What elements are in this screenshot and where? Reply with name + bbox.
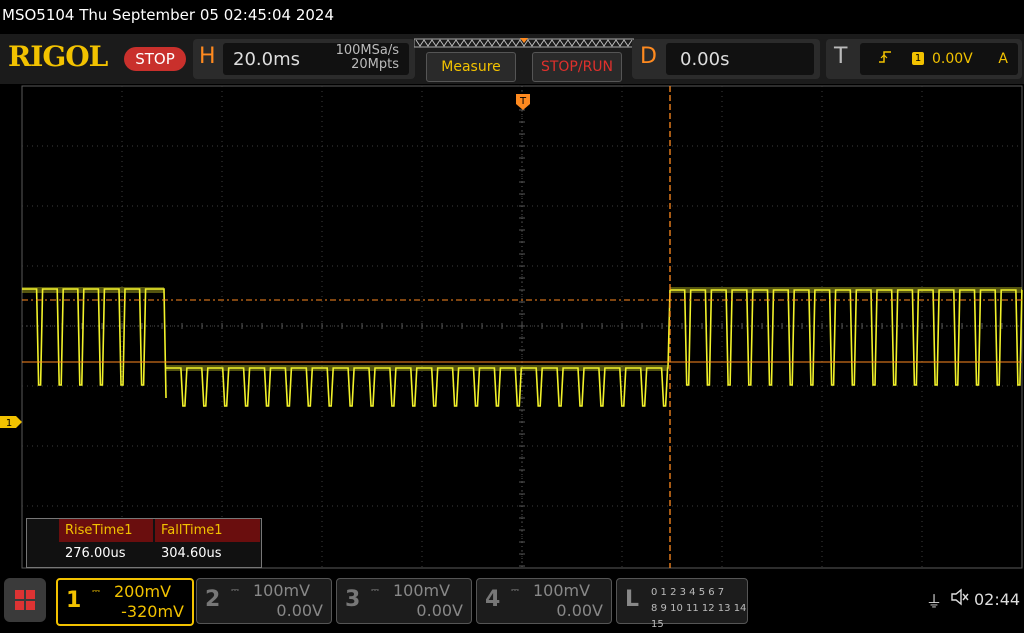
channel-4-number: 4 [485, 587, 501, 612]
trigger-letter: T [834, 44, 848, 69]
delay-inner: 0.00s [666, 43, 814, 75]
delay-letter: D [640, 44, 657, 69]
channel-3-box[interactable]: 3 ⎓ 100mV 0.00V [336, 578, 472, 624]
channel-1-box[interactable]: 1 ⎓ 200mV -320mV [56, 578, 194, 626]
channel-3-offset: 0.00V [416, 601, 463, 620]
trigger-inner: 1 0.00V A [860, 43, 1018, 75]
dc-coupling-icon: ⎓ [92, 586, 100, 597]
trigger-coupling: A [998, 51, 1008, 67]
memory-depth: 20Mpts [351, 57, 399, 72]
stop-run-button[interactable]: STOP/RUN [532, 52, 622, 82]
measure-name-risetime: RiseTime1 [59, 519, 153, 542]
channel-4-offset: 0.00V [556, 601, 603, 620]
waveform-noise-band [166, 365, 668, 371]
logic-bits: 0 1 2 3 4 5 6 7 8 9 10 11 12 13 14 15 [651, 585, 747, 633]
trigger-level: 0.00V [932, 51, 973, 67]
logic-letter: L [625, 587, 640, 612]
horizontal-panel[interactable]: H 20.0ms 100MSa/s 20Mpts [193, 39, 415, 79]
usb-icon: ⏚ [926, 592, 943, 611]
title-bar: MSO5104 Thu September 05 02:45:04 2024 [0, 0, 1024, 34]
channel-1-scale: 200mV [114, 582, 172, 601]
speaker-muted-icon[interactable] [950, 588, 970, 610]
timebase-value: 20.0ms [233, 49, 300, 70]
channel-1-number: 1 [66, 588, 82, 613]
channel-2-scale: 100mV [253, 581, 311, 600]
memory-position-strip [414, 38, 634, 48]
delay-value: 0.00s [680, 49, 730, 70]
channel-2-box[interactable]: 2 ⎓ 100mV 0.00V [196, 578, 332, 624]
logic-bits-row2: 8 9 10 11 12 13 14 15 [651, 603, 747, 630]
dc-coupling-icon: ⎓ [231, 585, 239, 596]
main-menu-button[interactable] [4, 578, 46, 622]
channel-2-number: 2 [205, 587, 221, 612]
waveform-display[interactable]: T 1 [0, 84, 1024, 572]
horizontal-letter: H [199, 44, 216, 69]
dc-coupling-icon: ⎓ [511, 585, 519, 596]
logic-analyzer-box[interactable]: L 0 1 2 3 4 5 6 7 8 9 10 11 12 13 14 15 [616, 578, 748, 630]
horizontal-inner: 20.0ms 100MSa/s 20Mpts [223, 43, 409, 75]
rising-edge-icon [878, 50, 892, 68]
measure-button[interactable]: Measure [426, 52, 516, 82]
delay-panel[interactable]: D 0.00s [632, 39, 820, 79]
dc-coupling-icon: ⎓ [371, 585, 379, 596]
measurement-panel[interactable]: RiseTime1 FallTime1 276.00us 304.60us [26, 518, 262, 568]
grid-menu-icon [15, 590, 35, 610]
channel-3-scale: 100mV [393, 581, 451, 600]
trigger-marker-label: T [519, 96, 527, 107]
channel-4-scale: 100mV [533, 581, 591, 600]
waveform-noise-band [670, 287, 1022, 293]
rigol-logo: RIGOL [8, 40, 108, 73]
device-title: MSO5104 Thu September 05 02:45:04 2024 [2, 6, 334, 24]
measure-value-risetime: 276.00us [65, 546, 126, 561]
channel-1-offset: -320mV [121, 602, 184, 621]
run-state-badge[interactable]: STOP [124, 47, 186, 71]
trigger-channel: 1 [912, 52, 924, 65]
sample-info: 100MSa/s 20Mpts [336, 44, 399, 72]
status-clock: 02:44 [974, 590, 1021, 609]
logic-bits-row1: 0 1 2 3 4 5 6 7 [651, 587, 725, 598]
measure-name-falltime: FallTime1 [155, 519, 260, 542]
sample-rate: 100MSa/s [335, 43, 399, 58]
channel-3-number: 3 [345, 587, 361, 612]
measure-value-falltime: 304.60us [161, 546, 222, 561]
channel1-marker-label: 1 [6, 418, 12, 429]
channel-2-offset: 0.00V [276, 601, 323, 620]
channel-4-box[interactable]: 4 ⎓ 100mV 0.00V [476, 578, 612, 624]
waveform-noise-band [22, 287, 164, 293]
trigger-panel[interactable]: T 1 0.00V A [826, 39, 1022, 79]
